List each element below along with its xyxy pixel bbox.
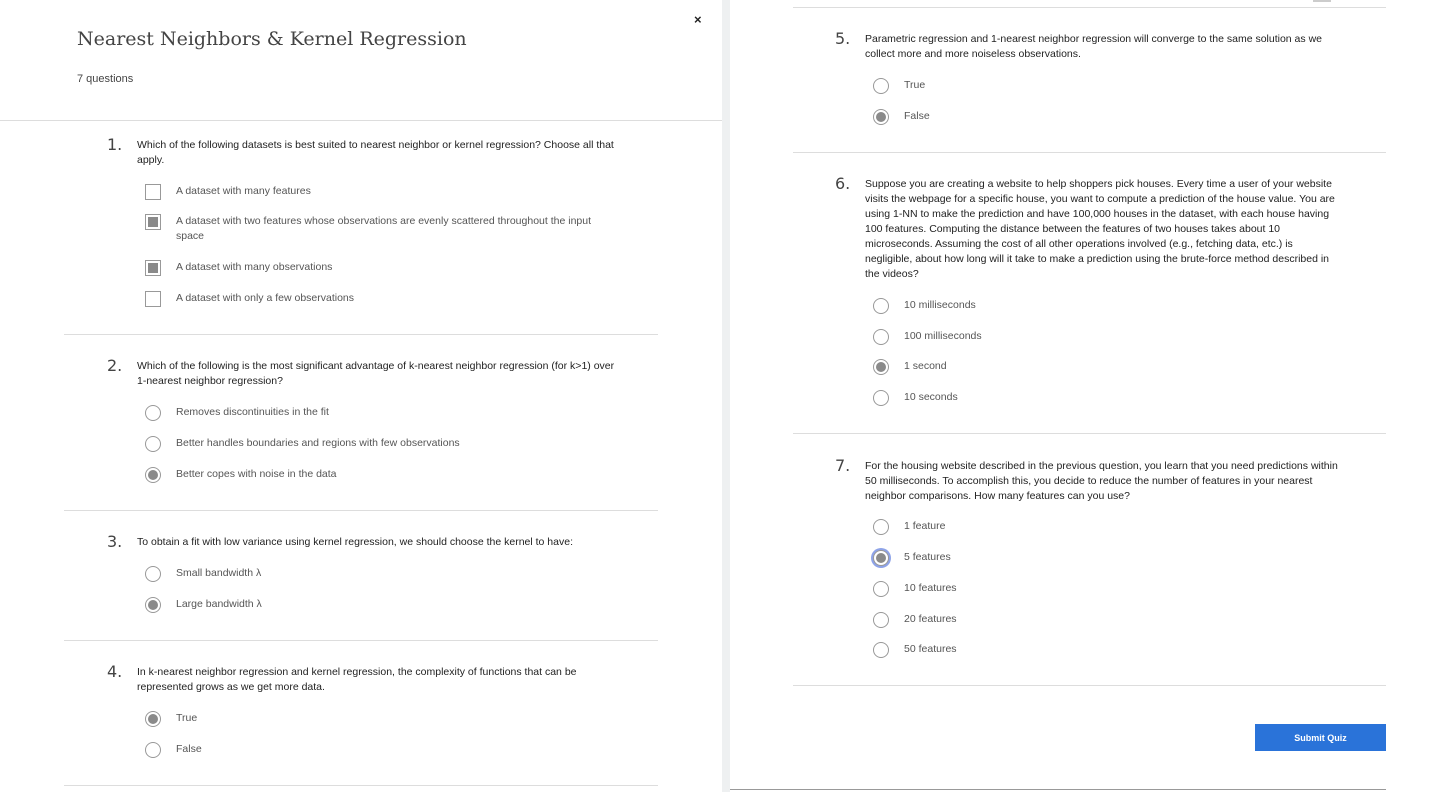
option-radio[interactable] <box>873 581 889 597</box>
option-radio[interactable] <box>873 329 889 345</box>
option-radio[interactable] <box>873 359 889 375</box>
question-text: To obtain a fit with low variance using … <box>137 536 573 548</box>
option-label[interactable]: 1 second <box>904 359 1324 374</box>
question-text: Which of the following is the most signi… <box>137 360 615 387</box>
option-radio[interactable] <box>873 390 889 406</box>
option-checkbox[interactable] <box>145 260 161 276</box>
option-label[interactable]: Large bandwidth λ <box>176 597 596 612</box>
option-radio[interactable] <box>145 742 161 758</box>
question-number: 6. <box>835 174 851 193</box>
top-divider <box>793 7 1386 8</box>
question-divider <box>793 433 1386 434</box>
option-label[interactable]: A dataset with only a few observations <box>176 291 596 306</box>
option-radio[interactable] <box>145 597 161 613</box>
question-text: For the housing website described in the… <box>865 460 1338 502</box>
question-count: 7 questions <box>77 73 134 85</box>
header-divider <box>0 120 722 121</box>
scroll-indicator <box>1313 0 1331 2</box>
option-checkbox[interactable] <box>145 184 161 200</box>
option-radio[interactable] <box>145 436 161 452</box>
option-label[interactable]: True <box>904 78 1324 93</box>
option-label[interactable]: A dataset with two features whose observ… <box>176 214 596 244</box>
question-divider <box>64 510 658 511</box>
submit-quiz-button[interactable]: Submit Quiz <box>1255 724 1386 751</box>
option-label[interactable]: A dataset with many features <box>176 184 596 199</box>
option-radio[interactable] <box>873 612 889 628</box>
option-radio[interactable] <box>873 298 889 314</box>
option-label[interactable]: Small bandwidth λ <box>176 566 596 581</box>
question-divider <box>64 334 658 335</box>
question-divider <box>793 152 1386 153</box>
question-number: 5. <box>835 29 851 48</box>
question-number: 3. <box>107 532 123 551</box>
option-label[interactable]: Better handles boundaries and regions wi… <box>176 436 596 451</box>
option-label[interactable]: False <box>904 109 1324 124</box>
option-radio[interactable] <box>145 467 161 483</box>
option-checkbox[interactable] <box>145 214 161 230</box>
option-label[interactable]: Removes discontinuities in the fit <box>176 405 596 420</box>
bottom-divider <box>730 789 1386 790</box>
option-label[interactable]: A dataset with many observations <box>176 260 596 275</box>
question-number: 7. <box>835 456 851 475</box>
question-text: Which of the following datasets is best … <box>137 139 614 166</box>
question-text: Suppose you are creating a website to he… <box>865 178 1335 280</box>
question-text: In k-nearest neighbor regression and ker… <box>137 666 577 693</box>
option-radio[interactable] <box>145 566 161 582</box>
option-radio[interactable] <box>873 550 889 566</box>
option-radio[interactable] <box>873 642 889 658</box>
option-radio[interactable] <box>873 78 889 94</box>
option-label[interactable]: 10 seconds <box>904 390 1324 405</box>
question-divider <box>793 685 1386 686</box>
option-radio[interactable] <box>873 109 889 125</box>
option-label[interactable]: True <box>176 711 596 726</box>
quiz-title: Nearest Neighbors & Kernel Regression <box>77 28 467 50</box>
option-label[interactable]: False <box>176 742 596 757</box>
question-number: 2. <box>107 356 123 375</box>
option-label[interactable]: Better copes with noise in the data <box>176 467 596 482</box>
option-radio[interactable] <box>145 711 161 727</box>
question-divider <box>64 640 658 641</box>
option-label[interactable]: 10 milliseconds <box>904 298 1324 313</box>
question-text: Parametric regression and 1-nearest neig… <box>865 33 1322 60</box>
option-label[interactable]: 20 features <box>904 612 1324 627</box>
option-label[interactable]: 100 milliseconds <box>904 329 1324 344</box>
question-divider <box>64 785 658 786</box>
option-label[interactable]: 10 features <box>904 581 1324 596</box>
question-number: 1. <box>107 135 123 154</box>
option-radio[interactable] <box>873 519 889 535</box>
option-radio[interactable] <box>145 405 161 421</box>
question-number: 4. <box>107 662 123 681</box>
option-label[interactable]: 5 features <box>904 550 1324 565</box>
option-checkbox[interactable] <box>145 291 161 307</box>
option-label[interactable]: 50 features <box>904 642 1324 657</box>
option-label[interactable]: 1 feature <box>904 519 1324 534</box>
close-icon[interactable]: × <box>694 12 702 27</box>
